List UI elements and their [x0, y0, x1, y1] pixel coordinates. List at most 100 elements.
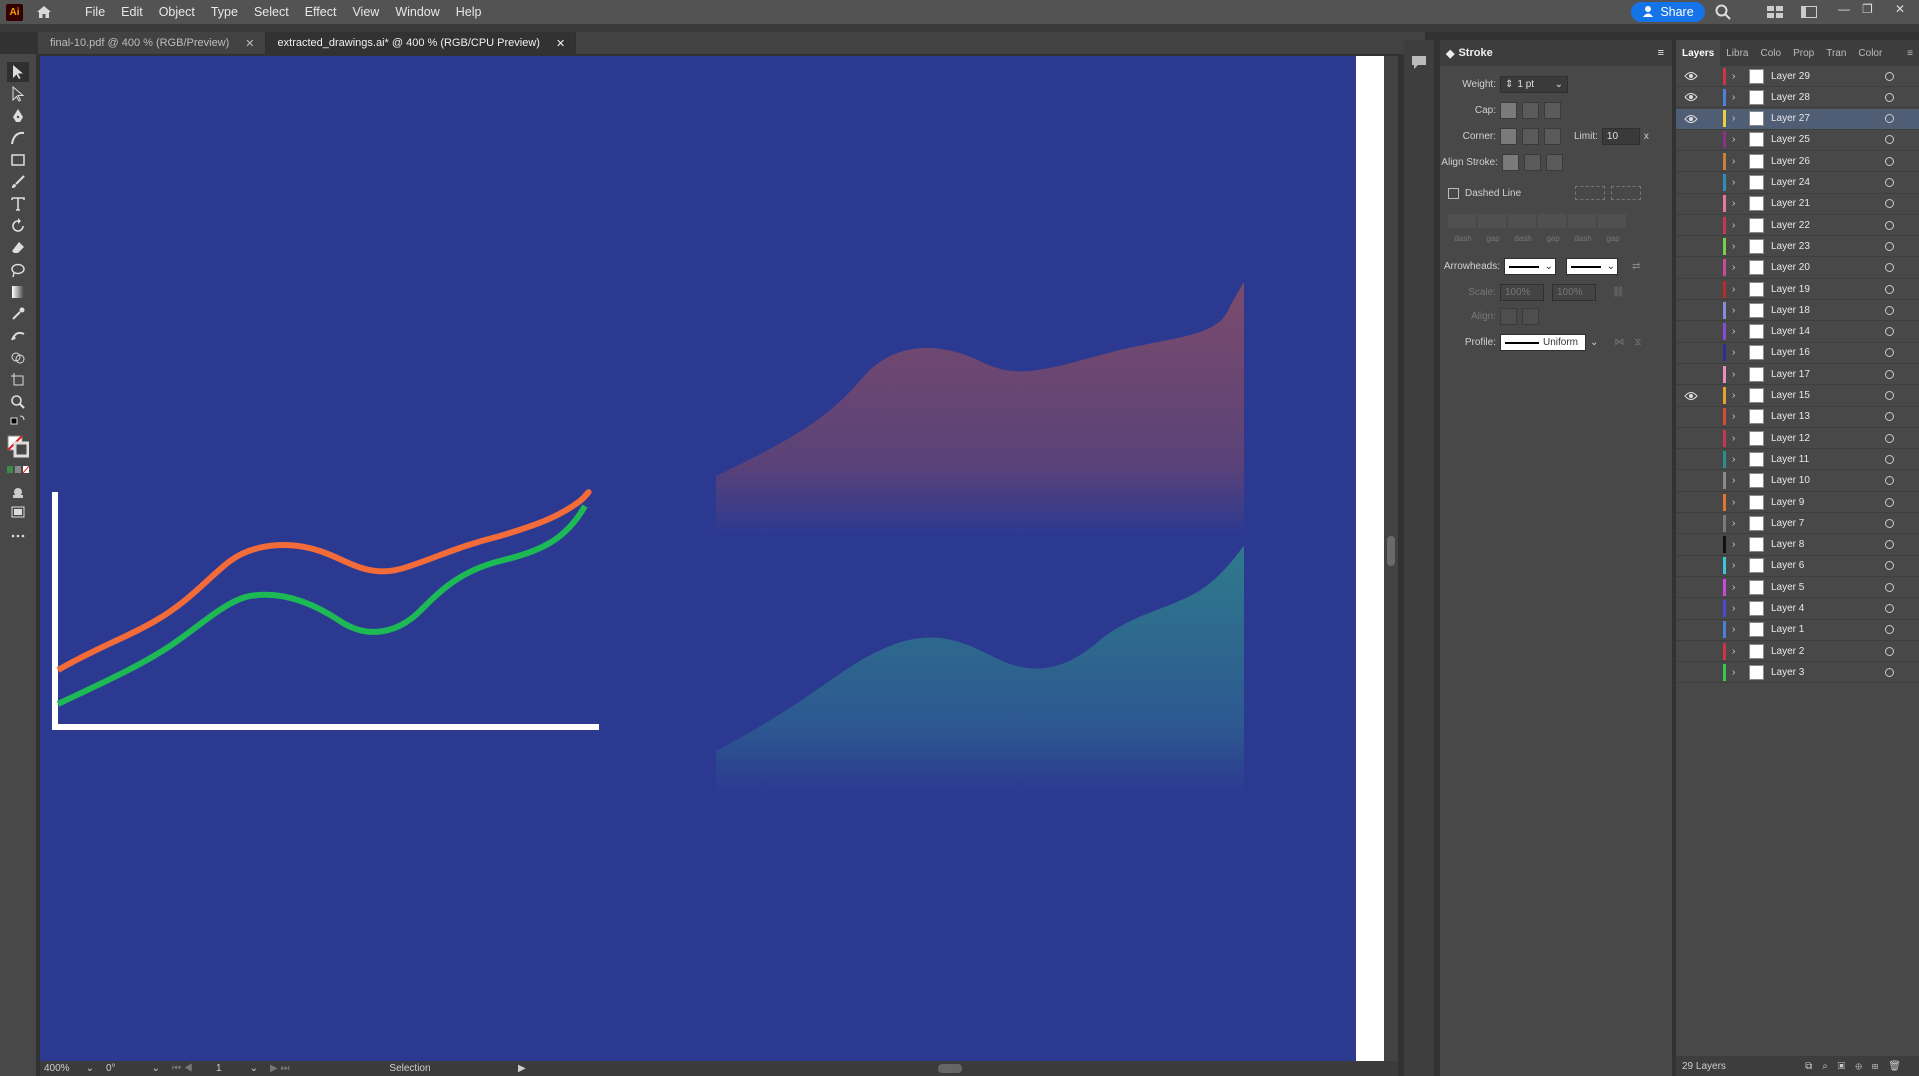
- layer-name[interactable]: Layer 27: [1771, 113, 1810, 124]
- round-cap-icon[interactable]: [1522, 102, 1539, 119]
- target-circle-icon[interactable]: [1885, 71, 1894, 81]
- layer-name[interactable]: Layer 3: [1771, 667, 1804, 678]
- layer-row[interactable]: › Layer 16: [1676, 343, 1919, 364]
- menu-type[interactable]: Type: [203, 0, 246, 24]
- flip-along-icon[interactable]: ⋈: [1614, 337, 1624, 348]
- arrow-tip-beyond-icon[interactable]: [1500, 308, 1517, 325]
- layer-row[interactable]: › Layer 10: [1676, 471, 1919, 492]
- layer-row[interactable]: › Layer 11: [1676, 449, 1919, 471]
- layer-row[interactable]: › Layer 25: [1676, 130, 1919, 151]
- zoom-field[interactable]: 400% ⌄: [40, 1062, 98, 1075]
- layer-row[interactable]: › Layer 21: [1676, 194, 1919, 215]
- expand-chevron-icon[interactable]: ›: [1732, 603, 1735, 614]
- workspace-icon[interactable]: [1800, 4, 1818, 20]
- layer-name[interactable]: Layer 6: [1771, 560, 1804, 571]
- swap-arrowheads-icon[interactable]: ⇄: [1632, 261, 1640, 272]
- expand-chevron-icon[interactable]: ›: [1732, 156, 1735, 167]
- expand-chevron-icon[interactable]: ›: [1732, 475, 1735, 486]
- pen-tool-icon[interactable]: [7, 106, 29, 126]
- butt-cap-icon[interactable]: [1500, 102, 1517, 119]
- layer-name[interactable]: Layer 20: [1771, 262, 1810, 273]
- target-circle-icon[interactable]: [1885, 604, 1894, 613]
- bevel-join-icon[interactable]: [1544, 128, 1561, 145]
- expand-chevron-icon[interactable]: ›: [1732, 369, 1735, 380]
- layer-name[interactable]: Layer 13: [1771, 411, 1810, 422]
- layer-row[interactable]: › Layer 18: [1676, 300, 1919, 322]
- layer-name[interactable]: Layer 19: [1771, 284, 1810, 295]
- expand-chevron-icon[interactable]: ›: [1732, 177, 1735, 188]
- expand-chevron-icon[interactable]: ›: [1732, 262, 1735, 273]
- target-circle-icon[interactable]: [1885, 625, 1894, 635]
- layer-name[interactable]: Layer 15: [1771, 390, 1810, 401]
- end-scale-field[interactable]: 100%: [1552, 284, 1596, 301]
- target-circle-icon[interactable]: [1885, 476, 1894, 486]
- puppet-warp-tool-icon[interactable]: [7, 326, 29, 346]
- expand-chevron-icon[interactable]: ›: [1732, 433, 1735, 444]
- menu-effect[interactable]: Effect: [297, 0, 345, 24]
- eyedropper-tool-icon[interactable]: [7, 304, 29, 324]
- layer-row[interactable]: › Layer 13: [1676, 407, 1919, 428]
- layer-name[interactable]: Layer 4: [1771, 603, 1804, 614]
- profile-select[interactable]: Uniform: [1500, 334, 1586, 351]
- search-icon[interactable]: [1714, 4, 1732, 20]
- layer-name[interactable]: Layer 10: [1771, 475, 1810, 486]
- scroll-thumb[interactable]: [1387, 536, 1395, 566]
- expand-chevron-icon[interactable]: ›: [1732, 411, 1735, 422]
- panel-menu-icon[interactable]: ≡: [1658, 47, 1664, 59]
- tab-color[interactable]: Color: [1852, 40, 1888, 66]
- layer-row[interactable]: › Layer 22: [1676, 215, 1919, 237]
- expand-chevron-icon[interactable]: ›: [1732, 113, 1735, 124]
- home-icon[interactable]: [35, 4, 53, 20]
- restore-icon[interactable]: ❐: [1862, 2, 1873, 16]
- expand-chevron-icon[interactable]: ›: [1732, 305, 1735, 316]
- target-circle-icon[interactable]: [1885, 667, 1894, 677]
- eye-icon[interactable]: [1684, 114, 1698, 124]
- layer-name[interactable]: Layer 7: [1771, 518, 1804, 529]
- tab-final-10[interactable]: final-10.pdf @ 400 % (RGB/Preview) ✕: [38, 32, 266, 54]
- target-circle-icon[interactable]: [1885, 561, 1894, 571]
- menu-window[interactable]: Window: [387, 0, 447, 24]
- current-tool-status[interactable]: Selection: [310, 1062, 510, 1075]
- layer-name[interactable]: Layer 21: [1771, 198, 1810, 209]
- direct-selection-tool-icon[interactable]: [7, 84, 29, 104]
- layer-row[interactable]: › Layer 27: [1676, 108, 1919, 130]
- expand-chevron-icon[interactable]: ›: [1732, 198, 1735, 209]
- tab-tran[interactable]: Tran: [1820, 40, 1852, 66]
- rotate-tool-icon[interactable]: [7, 216, 29, 236]
- layer-name[interactable]: Layer 18: [1771, 305, 1810, 316]
- align-center-icon[interactable]: [1502, 154, 1519, 171]
- dash-field-2[interactable]: [1508, 214, 1536, 228]
- flip-across-icon[interactable]: ⧖: [1634, 337, 1641, 348]
- arrow-tip-on-end-icon[interactable]: [1522, 308, 1539, 325]
- expand-chevron-icon[interactable]: ›: [1732, 454, 1735, 465]
- draw-mode-icon[interactable]: [7, 482, 29, 502]
- layer-row[interactable]: › Layer 9: [1676, 492, 1919, 513]
- layer-name[interactable]: Layer 25: [1771, 134, 1810, 145]
- tab-libra[interactable]: Libra: [1720, 40, 1754, 66]
- status-menu-arrow-icon[interactable]: ▶: [514, 1062, 534, 1075]
- target-circle-icon[interactable]: [1885, 348, 1894, 358]
- layer-row[interactable]: › Layer 20: [1676, 258, 1919, 279]
- align-outside-icon[interactable]: [1546, 154, 1563, 171]
- eye-icon[interactable]: [1684, 71, 1698, 81]
- target-circle-icon[interactable]: [1885, 518, 1894, 528]
- layer-name[interactable]: Layer 24: [1771, 177, 1810, 188]
- layer-row[interactable]: › Layer 1: [1676, 620, 1919, 641]
- layer-name[interactable]: Layer 11: [1771, 454, 1809, 465]
- area-shape-top[interactable]: [716, 282, 1244, 536]
- more-tools-icon[interactable]: [7, 526, 29, 546]
- miter-join-icon[interactable]: [1500, 128, 1517, 145]
- layer-row[interactable]: › Layer 23: [1676, 236, 1919, 258]
- lasso-tool-icon[interactable]: [7, 260, 29, 280]
- menu-file[interactable]: File: [77, 0, 113, 24]
- target-circle-icon[interactable]: [1885, 241, 1894, 251]
- menu-help[interactable]: Help: [448, 0, 490, 24]
- artboard-canvas[interactable]: [40, 56, 1384, 1061]
- horizontal-scrollbar[interactable]: [538, 1062, 1394, 1075]
- round-join-icon[interactable]: [1522, 128, 1539, 145]
- layer-name[interactable]: Layer 16: [1771, 347, 1810, 358]
- target-circle-icon[interactable]: [1885, 433, 1894, 443]
- layer-name[interactable]: Layer 17: [1771, 369, 1810, 380]
- preserve-dash-icon[interactable]: [1575, 186, 1606, 200]
- layer-row[interactable]: › Layer 14: [1676, 322, 1919, 343]
